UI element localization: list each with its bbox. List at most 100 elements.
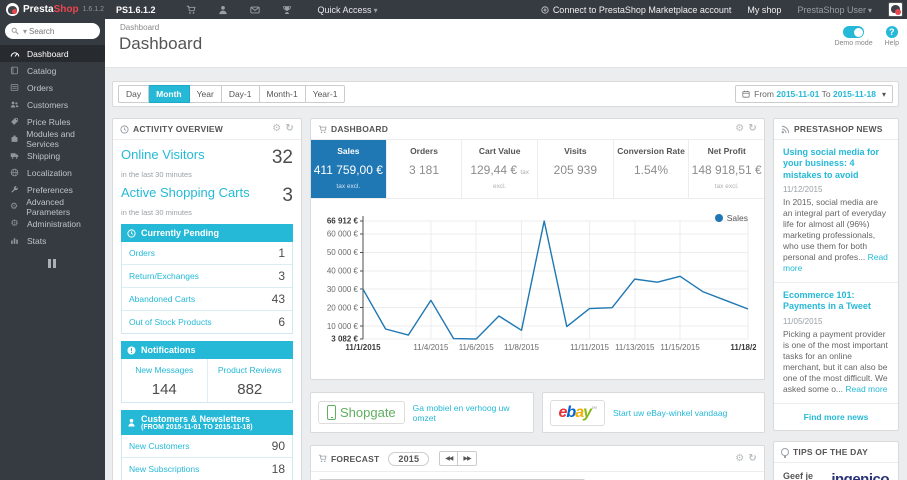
marketplace-connect-link[interactable]: Connect to PrestaShop Marketplace accoun… [541, 5, 731, 15]
ebay-link[interactable]: Start uw eBay-winkel vandaag [613, 408, 727, 418]
quick-access-menu[interactable]: Quick Access ▾ [318, 5, 378, 15]
sidebar-item-orders[interactable]: Orders [0, 79, 105, 96]
range-month-1-button[interactable]: Month-1 [259, 85, 306, 103]
metric-orders[interactable]: Orders 3 181 [385, 140, 462, 198]
panel-title: DASHBOARD [331, 124, 389, 134]
table-row[interactable]: Abandoned Carts 43 [122, 287, 292, 310]
forecast-next-button[interactable]: ▶▶ [457, 451, 477, 466]
person-icon [127, 418, 136, 427]
shopgate-link[interactable]: Ga mobiel en verhoog uw omzet [413, 403, 526, 423]
ebay-logo: ebay™ [549, 399, 605, 426]
gear-icon[interactable]: ⚙ [272, 124, 281, 134]
range-year-1-button[interactable]: Year-1 [305, 85, 346, 103]
book-icon [8, 66, 21, 75]
forecast-legend: Traffic Conversion Average Cart Value Sa… [311, 472, 764, 480]
demo-mode-toggle[interactable] [843, 26, 865, 38]
find-more-news-link[interactable]: Find more news [804, 412, 869, 422]
range-day-button[interactable]: Day [118, 85, 150, 103]
messages-envelope-icon[interactable] [249, 5, 260, 15]
sidebar-item-dashboard[interactable]: Dashboard [0, 45, 105, 62]
svg-text:11/13/2015: 11/13/2015 [615, 343, 655, 352]
chart-legend[interactable]: Sales [714, 213, 748, 223]
sidebar-item-stats[interactable]: Stats [0, 232, 105, 249]
customers-table: New Customers90 New Subscriptions18 Tota… [121, 435, 293, 480]
article-title[interactable]: Ecommerce 101: Payments in a Tweet [783, 290, 889, 313]
online-visitors-link[interactable]: Online Visitors [121, 147, 205, 162]
sidebar-search[interactable]: ▾ [5, 23, 100, 39]
svg-text:11/18/201: 11/18/201 [730, 343, 756, 352]
kpi-metrics-row: Sales 411 759,00 € tax excl. Orders 3 18… [311, 140, 764, 199]
article-title[interactable]: Using social media for your business: 4 … [783, 147, 889, 181]
sidebar-item-preferences[interactable]: Preferences [0, 181, 105, 198]
product-reviews-cell[interactable]: Product Reviews 882 [206, 359, 293, 402]
gear-icon[interactable]: ⚙ [735, 124, 744, 134]
help-control[interactable]: ? Help [885, 26, 899, 47]
metric-net-profit[interactable]: Net Profit 148 918,51 € tax excl. [688, 140, 764, 198]
demo-mode-label: Demo mode [834, 40, 873, 47]
active-carts-link[interactable]: Active Shopping Carts [121, 185, 250, 200]
help-icon[interactable]: ? [885, 26, 898, 38]
ebay-ad[interactable]: ebay™ Start uw eBay-winkel vandaag [541, 392, 765, 433]
forecast-year[interactable]: 2015 [388, 451, 430, 466]
forecast-prev-button[interactable]: ◀◀ [439, 451, 458, 466]
table-row[interactable]: New Subscriptions 18 [122, 457, 292, 480]
chevron-down-icon: ▾ [881, 89, 886, 99]
panel-title: PRESTASHOP NEWS [794, 124, 883, 134]
range-month-button[interactable]: Month [149, 85, 190, 103]
activity-overview-panel: ACTIVITY OVERVIEW ⚙ ↻ Online Visitors 32… [112, 118, 302, 480]
prestashop-logo[interactable]: PrestaShop 1.6.1.2 PS1.6.1.2 [0, 3, 162, 16]
panel-title: TIPS OF THE DAY [793, 446, 868, 457]
user-avatar[interactable] [888, 2, 903, 17]
sidebar-item-advanced-parameters[interactable]: ⚙ Advanced Parameters [0, 197, 105, 217]
sidebar-item-administration[interactable]: ⚙ Administration [0, 215, 105, 232]
exclamation-circle-icon [127, 345, 136, 355]
table-row[interactable]: New Customers 90 [122, 435, 292, 457]
metric-visits[interactable]: Visits 205 939 [537, 140, 613, 198]
trophy-icon[interactable] [282, 5, 292, 15]
orders-cart-icon[interactable] [186, 5, 196, 15]
refresh-icon[interactable]: ↻ [748, 124, 757, 134]
read-more-link[interactable]: Read more [845, 384, 887, 394]
sidebar-item-localization[interactable]: Localization [0, 164, 105, 181]
new-messages-cell[interactable]: New Messages 144 [122, 359, 207, 402]
sidebar-item-catalog[interactable]: Catalog [0, 62, 105, 79]
phone-icon [327, 405, 336, 420]
prestashop-news-panel: PRESTASHOP NEWS Using social media for y… [773, 118, 899, 431]
table-row[interactable]: Return/Exchanges 3 [122, 264, 292, 287]
my-shop-link[interactable]: My shop [747, 5, 781, 15]
sidebar: ▾ Dashboard Catalog Orders Customers Pri… [0, 19, 105, 480]
breadcrumb[interactable]: Dashboard [105, 19, 907, 32]
sidebar-item-price-rules[interactable]: Price Rules [0, 113, 105, 130]
page-header: Dashboard Dashboard Demo mode ? Help [105, 19, 907, 68]
refresh-icon[interactable]: ↻ [285, 124, 294, 134]
shopgate-ad[interactable]: Shopgate Ga mobiel en verhoog uw omzet [310, 392, 534, 433]
sidebar-collapse-icon[interactable] [47, 259, 58, 268]
metric-sales[interactable]: Sales 411 759,00 € tax excl. [311, 140, 386, 198]
customers-person-icon[interactable] [218, 5, 228, 15]
svg-text:10 000 €: 10 000 € [327, 322, 359, 331]
range-button-group: Day Month Year Day-1 Month-1 Year-1 [118, 85, 346, 103]
sidebar-item-label: Preferences [27, 184, 73, 195]
metric-conversion-rate[interactable]: Conversion Rate 1.54% [612, 140, 689, 198]
sidebar-item-modules[interactable]: Modules and Services [0, 129, 105, 149]
panel-title: ACTIVITY OVERVIEW [133, 124, 223, 134]
demo-mode-control[interactable]: Demo mode [834, 26, 873, 47]
user-menu[interactable]: PrestaShop User ▾ [797, 5, 872, 15]
svg-text:50 000 €: 50 000 € [327, 248, 359, 257]
article-date: 11/12/2015 [783, 184, 823, 194]
gear-icon[interactable]: ⚙ [735, 453, 744, 464]
search-input[interactable] [29, 26, 88, 36]
range-day-1-button[interactable]: Day-1 [221, 85, 260, 103]
table-row[interactable]: Out of Stock Products 6 [122, 310, 292, 333]
active-carts-value: 3 [282, 185, 293, 206]
search-scope-caret-icon[interactable]: ▾ [23, 27, 27, 36]
date-range-toolbar: Day Month Year Day-1 Month-1 Year-1 From… [112, 81, 899, 107]
sidebar-item-customers[interactable]: Customers [0, 96, 105, 113]
metric-cart-value[interactable]: Cart Value 129,44 € tax excl. [461, 140, 537, 198]
sidebar-item-shipping[interactable]: Shipping [0, 147, 105, 164]
table-row[interactable]: Orders 1 [122, 242, 292, 264]
range-year-button[interactable]: Year [189, 85, 222, 103]
refresh-icon[interactable]: ↻ [748, 453, 757, 464]
date-range-picker[interactable]: From 2015-11-01 To 2015-11-18 ▾ [735, 85, 893, 103]
marketplace-icon [541, 5, 549, 14]
